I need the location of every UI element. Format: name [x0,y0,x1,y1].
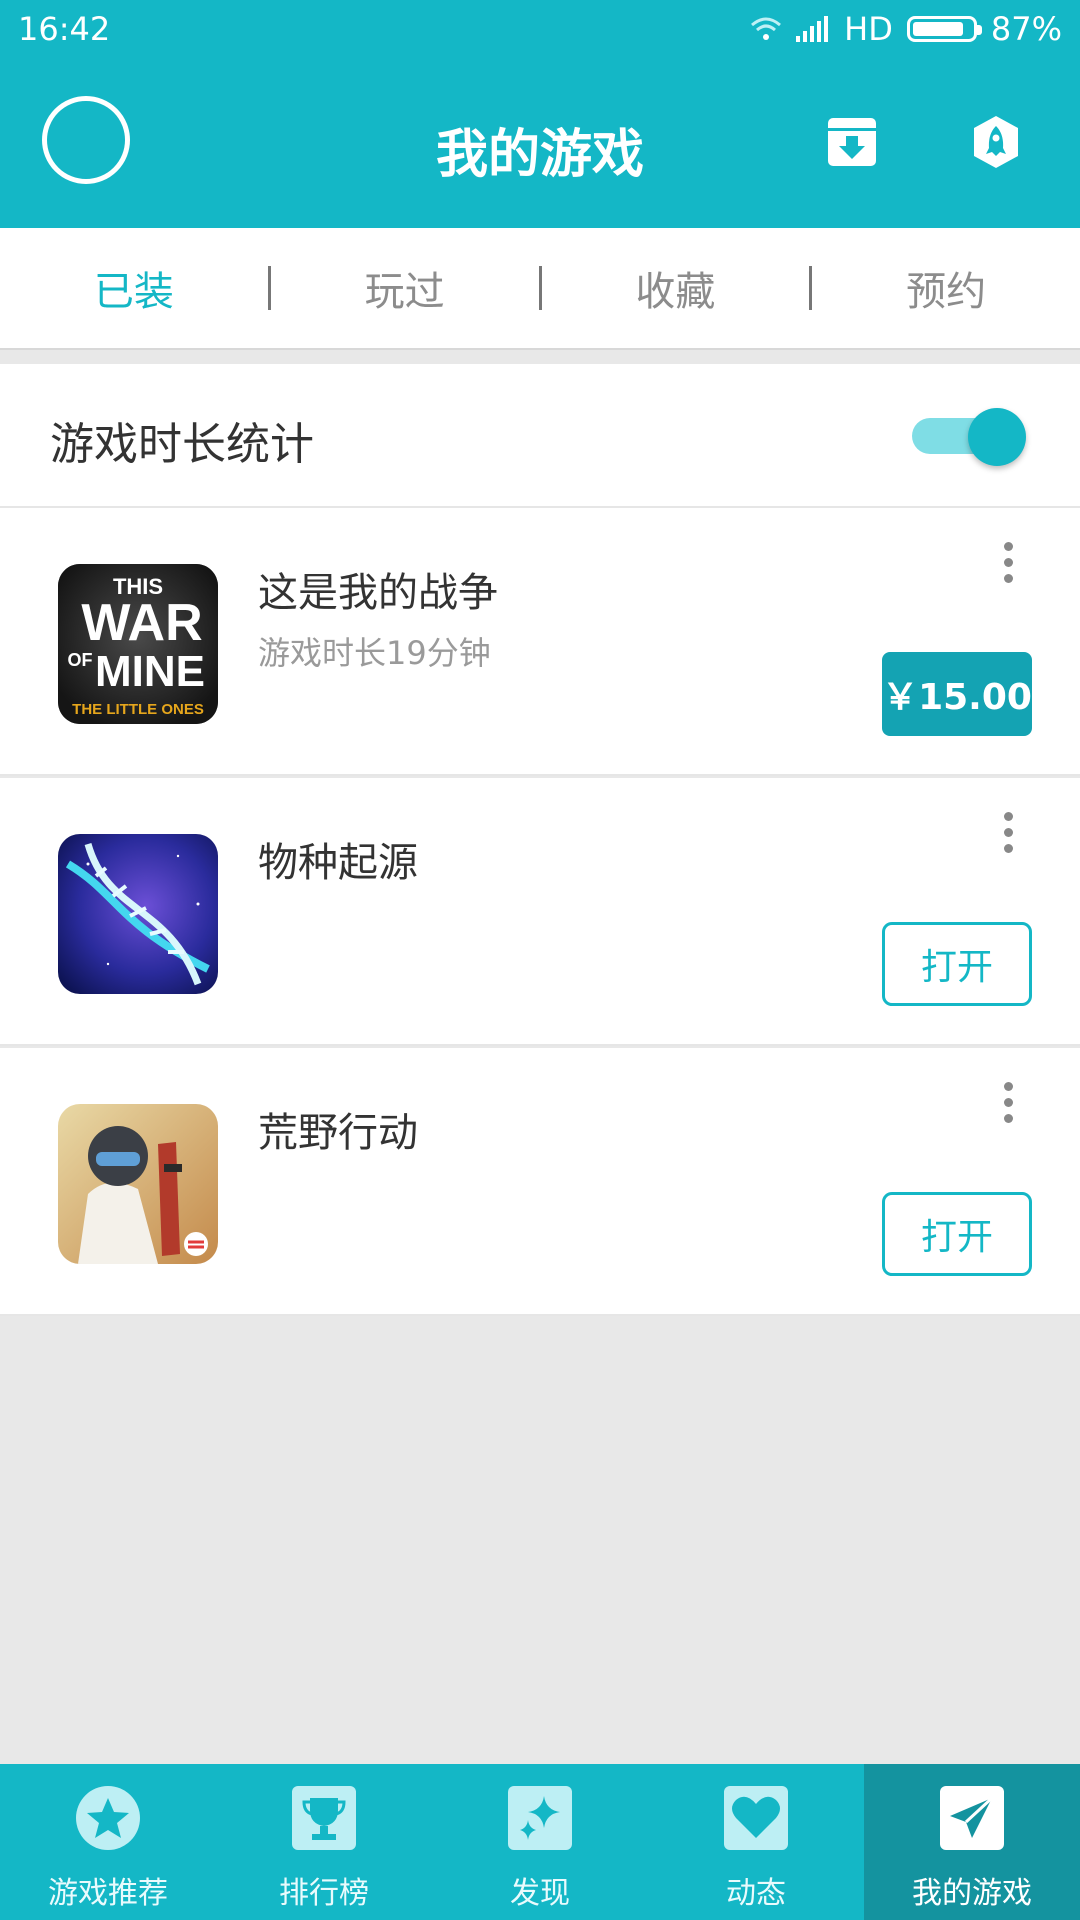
battery-percent: 87% [990,10,1062,48]
paper-plane-icon [940,1786,1004,1850]
species-origin-icon [58,834,218,994]
battery-fill [912,22,963,36]
star-icon [76,1786,140,1850]
nav-my-games[interactable]: 我的游戏 [864,1764,1080,1920]
download-box-icon[interactable] [824,114,880,170]
playtime-stats-switch[interactable] [912,408,1026,466]
playtime-stats-label: 游戏时长统计 [50,419,314,470]
nav-label: 发现 [510,1876,570,1911]
game-name: 物种起源 [258,840,418,886]
tab-bar: 已装 玩过 收藏 预约 [0,228,1080,350]
icon-text-of: OF [68,650,93,670]
app-header: 我的游戏 [0,62,1080,228]
buy-price-button[interactable]: ￥15.00 [882,652,1032,736]
open-button[interactable]: 打开 [882,1192,1032,1276]
icon-text-subtitle: THE LITTLE ONES [72,701,204,718]
more-options-icon[interactable] [996,812,1020,872]
battery-icon [906,16,982,42]
game-playtime: 游戏时长19分钟 [258,634,491,672]
more-options-icon[interactable] [996,1082,1020,1142]
knives-out-icon [58,1104,218,1264]
tab-favorites[interactable]: 收藏 [542,259,810,317]
status-time: 16:42 [18,10,111,48]
nav-activity[interactable]: 动态 [648,1764,864,1920]
this-war-of-mine-icon: THIS WAR OF MINE THE LITTLE ONES [58,564,218,724]
playtime-stats-row: 游戏时长统计 [0,364,1080,508]
switch-knob [968,408,1026,466]
nav-label: 排行榜 [279,1876,369,1911]
nav-label: 动态 [726,1876,786,1911]
network-type: HD [844,10,893,48]
nav-discover[interactable]: 发现 [432,1764,648,1920]
status-bar: 16:42 HD 87% [0,0,1080,62]
bottom-nav: 游戏推荐 排行榜 发现 动态 我的游戏 [0,1764,1080,1920]
nav-game-recommend[interactable]: 游戏推荐 [0,1764,216,1920]
list-item[interactable]: 物种起源 打开 [0,778,1080,1046]
game-name: 荒野行动 [258,1110,418,1156]
tab-played[interactable]: 玩过 [271,259,539,317]
sparkle-icon [508,1786,572,1850]
nav-label: 我的游戏 [912,1876,1032,1911]
page-title: 我的游戏 [435,125,644,185]
more-options-icon[interactable] [996,542,1020,602]
open-button[interactable]: 打开 [882,922,1032,1006]
list-item[interactable]: 荒野行动 打开 [0,1048,1080,1316]
trophy-icon [292,1786,356,1850]
nav-label: 游戏推荐 [48,1876,168,1911]
status-indicators: HD 87% [750,10,1062,48]
heart-icon [724,1786,788,1850]
list-item[interactable]: THIS WAR OF MINE THE LITTLE ONES 这是我的战争 … [0,508,1080,776]
game-name: 这是我的战争 [258,570,498,616]
nav-ranking[interactable]: 排行榜 [216,1764,432,1920]
tab-installed[interactable]: 已装 [0,259,268,317]
icon-text-war: WAR [81,594,202,652]
wifi-icon [751,17,782,40]
tab-reservations[interactable]: 预约 [812,259,1080,317]
signal-icon [796,16,829,42]
rocket-icon[interactable] [968,114,1024,170]
icon-text-mine: MINE [95,647,205,696]
